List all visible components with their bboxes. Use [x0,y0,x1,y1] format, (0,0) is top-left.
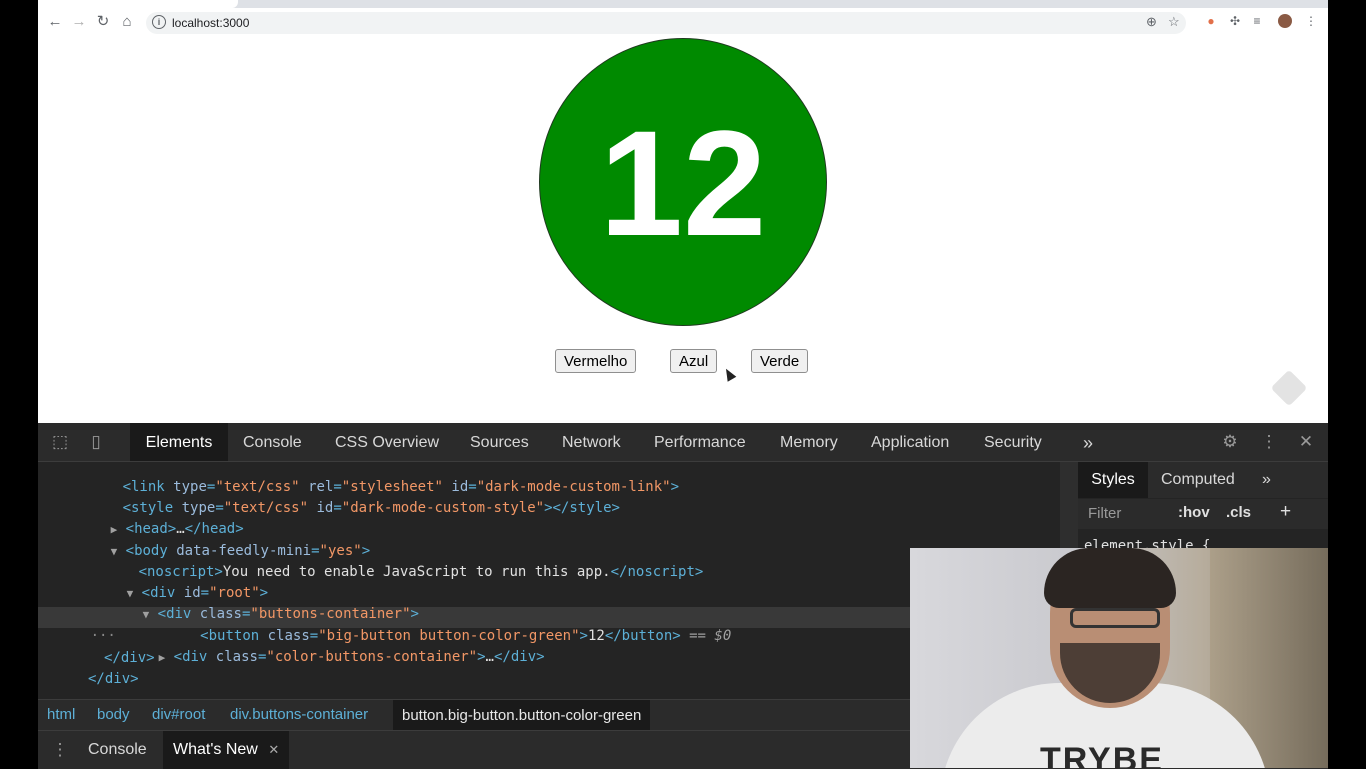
dom-line-close-div-1[interactable]: </div> [104,648,155,668]
breadcrumb-body[interactable]: body [97,706,130,723]
styles-filter-input[interactable]: Filter [1088,505,1121,522]
vermelho-button[interactable]: Vermelho [555,349,637,373]
browser-toolbar: ← → ↻ ⌂ i localhost:3000 ⊕ ☆ ● ✣ ≡ ⋮ [38,0,1328,38]
breadcrumb-html[interactable]: html [47,706,75,723]
breadcrumb-buttons-container[interactable]: div.buttons-container [230,706,368,723]
tab-sources[interactable]: Sources [470,423,529,461]
dom-line-head[interactable]: ▶ <head>…</head> [60,499,244,537]
close-devtools-icon[interactable]: ✕ [1296,432,1316,452]
menu-kebab-icon[interactable]: ⋮ [1304,14,1318,28]
styles-tab-bar: Styles Computed » [1078,462,1328,498]
feedly-mini-icon[interactable] [1270,369,1308,407]
tab-strip [38,0,1328,8]
dom-line-root[interactable]: ▼ <div id="root"> [76,563,269,601]
site-info-icon[interactable]: i [152,15,166,29]
webcam-person-glasses [1070,608,1160,628]
breadcrumb-big-button[interactable]: button.big-button.button-color-green [393,700,651,730]
home-icon[interactable]: ⌂ [118,13,136,31]
tab-memory[interactable]: Memory [780,423,838,461]
tab-network[interactable]: Network [562,423,621,461]
bookmark-star-icon[interactable]: ☆ [1168,14,1180,30]
puzzle-extensions-icon[interactable]: ✣ [1228,14,1242,28]
devtools-menu-icon[interactable]: ⋮ [1259,432,1279,452]
page-viewport: 12 Vermelho Azul Verde [38,38,1328,423]
big-counter-button[interactable]: 12 [539,38,827,326]
extension-icon[interactable]: ● [1204,14,1218,28]
dom-line-link[interactable]: <link type="text/css" rel="stylesheet" i… [72,462,679,495]
reading-list-icon[interactable]: ≡ [1250,14,1264,28]
new-rule-plus-icon[interactable]: + [1280,501,1291,523]
device-toolbar-icon[interactable]: ▯ [86,432,106,452]
more-styles-tabs-icon[interactable]: » [1262,462,1271,498]
active-tab[interactable] [38,0,238,8]
address-bar[interactable]: i localhost:3000 ⊕ ☆ [146,12,1186,34]
dom-line-big-button[interactable]: ··· <button class="big-button button-col… [40,606,732,644]
dom-line-buttons-container[interactable]: ▼ <div class="buttons-container"> [92,584,419,622]
tab-security[interactable]: Security [984,423,1042,461]
dom-line-style[interactable]: <style type="text/css" id="dark-mode-cus… [72,478,620,516]
back-icon[interactable]: ← [46,13,64,31]
tab-performance[interactable]: Performance [654,423,746,461]
breadcrumb-div-root[interactable]: div#root [152,706,205,723]
drawer-tab-whats-new-label: What's New [173,741,258,758]
zoom-icon[interactable]: ⊕ [1146,14,1157,30]
tab-computed[interactable]: Computed [1161,462,1235,498]
tab-css-overview[interactable]: CSS Overview [335,423,439,461]
reload-icon[interactable]: ↻ [94,13,112,31]
tab-elements[interactable]: Elements [130,423,228,461]
dom-line-color-buttons-container[interactable]: ▶ <div class="color-buttons-container">…… [108,627,545,665]
drawer-tab-console[interactable]: Console [88,731,147,769]
verde-button[interactable]: Verde [751,349,809,373]
hov-toggle[interactable]: :hov [1178,504,1210,521]
dom-line-close-div-2[interactable]: </div> [88,669,139,689]
avatar[interactable] [1278,14,1292,28]
mouse-cursor-icon [721,366,737,382]
url-text[interactable]: localhost:3000 [172,16,249,30]
dom-line-noscript[interactable]: <noscript>You need to enable JavaScript … [88,542,704,580]
dom-line-body[interactable]: ▼ <body data-feedly-mini="yes"> [60,521,371,559]
shirt-logo-text: TRYBE [1040,741,1164,768]
styles-filter-row: Filter :hov .cls + [1078,499,1328,529]
tab-console[interactable]: Console [243,423,302,461]
drawer-menu-icon[interactable]: ⋮ [50,740,70,760]
tab-styles[interactable]: Styles [1078,462,1148,498]
inspect-element-icon[interactable]: ⬚ [50,432,70,452]
tab-application[interactable]: Application [871,423,949,461]
close-tab-icon[interactable]: ✕ [268,742,279,757]
devtools-tab-bar: ⬚ ▯ Elements Console CSS Overview Source… [38,423,1328,462]
webcam-overlay: TRYBE [910,548,1328,768]
cls-toggle[interactable]: .cls [1226,504,1251,521]
more-tabs-icon[interactable]: » [1083,423,1093,461]
azul-button[interactable]: Azul [670,349,718,373]
settings-gear-icon[interactable]: ⚙ [1220,432,1240,452]
webcam-person-hair [1044,548,1176,608]
dom-tree: <link type="text/css" rel="stylesheet" i… [38,462,1060,698]
forward-icon[interactable]: → [70,13,88,31]
drawer-tab-whats-new[interactable]: What's New ✕ [163,731,290,769]
